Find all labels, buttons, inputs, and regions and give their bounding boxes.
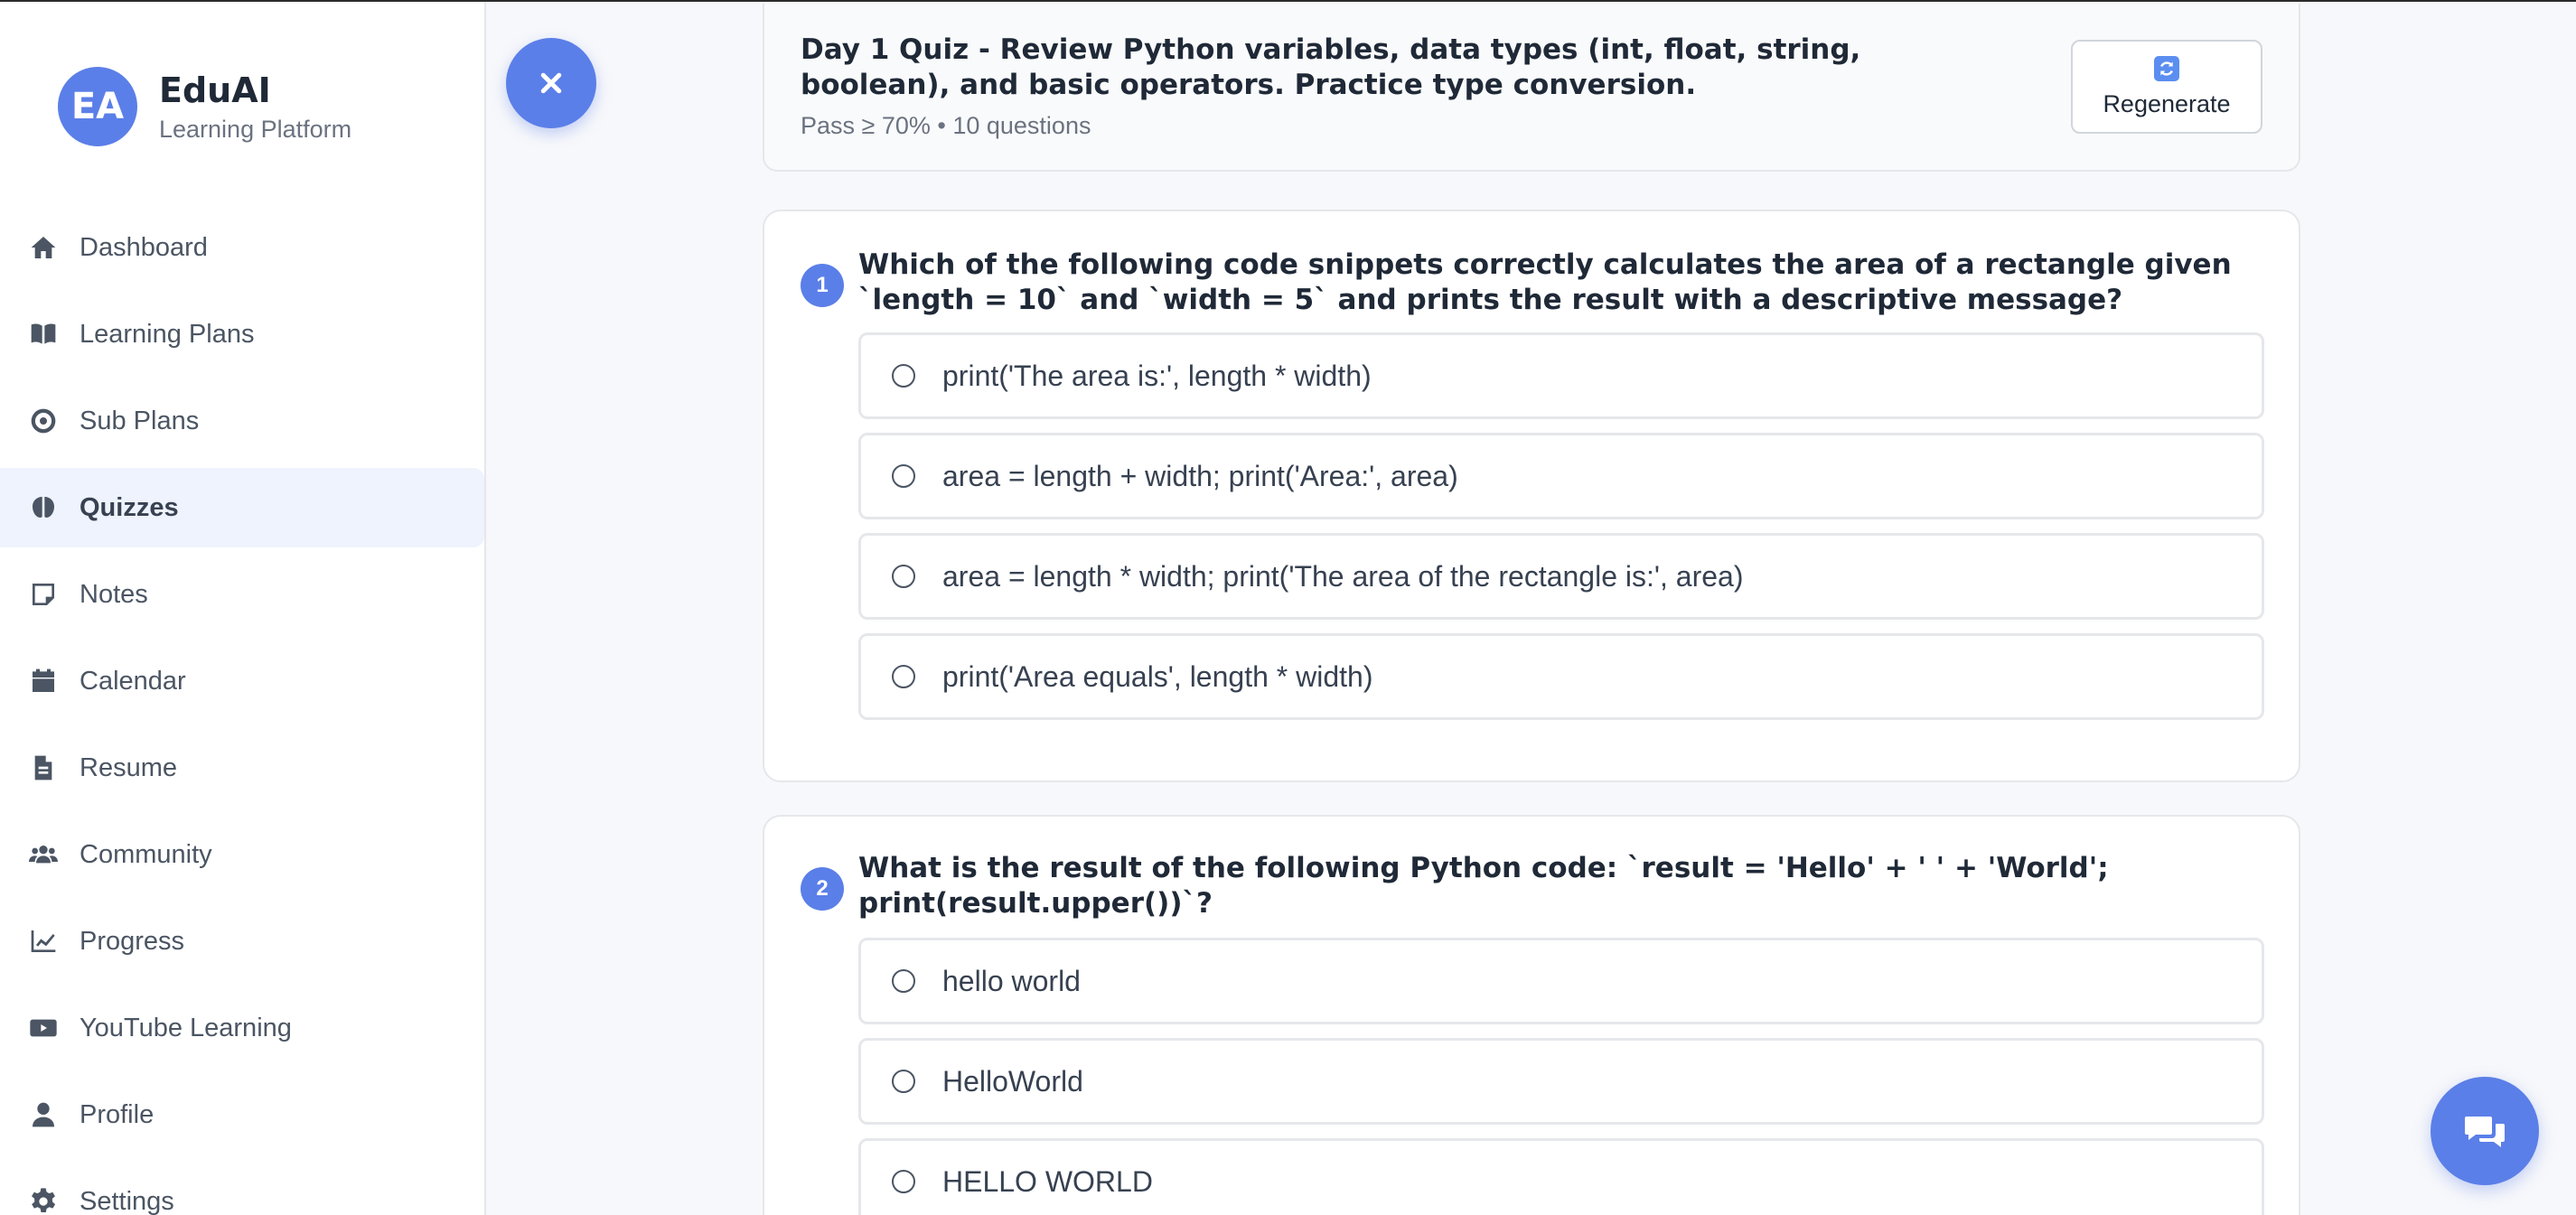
sidebar-item-dashboard[interactable]: Dashboard: [0, 208, 484, 287]
book-icon: [27, 318, 60, 350]
sidebar: EA EduAI Learning Platform Dashboard Lea…: [0, 2, 486, 1215]
chat-bubbles-icon: [2465, 1117, 2505, 1147]
sidebar-nav: Dashboard Learning Plans Sub Plans Quizz…: [0, 208, 484, 1215]
question-text: What is the result of the following Pyth…: [858, 852, 2109, 920]
sidebar-item-calendar[interactable]: Calendar: [0, 641, 484, 721]
brand-subtitle: Learning Platform: [159, 115, 352, 143]
sidebar-item-label: Learning Plans: [80, 319, 255, 349]
answer-option[interactable]: area = length * width; print('The area o…: [858, 533, 2264, 620]
sidebar-item-label: Calendar: [80, 666, 186, 696]
brand: EA EduAI Learning Platform: [58, 67, 351, 146]
target-icon: [27, 405, 60, 437]
answer-option[interactable]: hello world: [858, 938, 2264, 1024]
sidebar-item-label: Notes: [80, 579, 148, 609]
answer-option[interactable]: print('The area is:', length * width): [858, 332, 2264, 419]
gear-icon: [27, 1185, 60, 1215]
home-icon: [27, 231, 60, 264]
sidebar-item-label: Community: [80, 839, 212, 869]
sidebar-item-label: Quizzes: [80, 492, 179, 522]
note-icon: [27, 578, 60, 611]
answer-option[interactable]: print('Area equals', length * width): [858, 633, 2264, 720]
sidebar-item-notes[interactable]: Notes: [0, 555, 484, 634]
sidebar-item-profile[interactable]: Profile: [0, 1075, 484, 1154]
regenerate-label: Regenerate: [2103, 89, 2231, 117]
answer-option-label: HELLO WORLD: [942, 1164, 1153, 1198]
answer-option-label: print('Area equals', length * width): [942, 659, 1373, 693]
sidebar-item-quizzes[interactable]: Quizzes: [0, 468, 484, 547]
document-icon: [27, 752, 60, 784]
question-card: 2 What is the result of the following Py…: [763, 815, 2300, 1215]
radio-button[interactable]: [892, 1070, 915, 1093]
brand-logo: EA: [58, 67, 137, 146]
radio-button[interactable]: [892, 364, 915, 388]
question-number-badge: 2: [801, 867, 844, 911]
answer-option-label: hello world: [942, 964, 1081, 997]
sidebar-item-community[interactable]: Community: [0, 815, 484, 894]
answer-option-label: print('The area is:', length * width): [942, 359, 1372, 392]
sidebar-item-label: Progress: [80, 926, 185, 956]
sidebar-item-progress[interactable]: Progress: [0, 902, 484, 981]
question-number-badge: 1: [801, 264, 844, 307]
sidebar-item-learning-plans[interactable]: Learning Plans: [0, 294, 484, 374]
answer-option-label: HelloWorld: [942, 1064, 1083, 1098]
sidebar-item-sub-plans[interactable]: Sub Plans: [0, 381, 484, 461]
sidebar-item-label: Profile: [80, 1099, 155, 1129]
sidebar-item-resume[interactable]: Resume: [0, 728, 484, 808]
chat-button[interactable]: [2431, 1077, 2539, 1185]
refresh-icon: [2154, 55, 2179, 81]
radio-button[interactable]: [892, 565, 915, 588]
question-card: 1 Which of the following code snippets c…: [763, 210, 2300, 782]
chart-line-icon: [27, 925, 60, 958]
sidebar-item-youtube-learning[interactable]: YouTube Learning: [0, 988, 484, 1068]
user-icon: [27, 1098, 60, 1131]
radio-button[interactable]: [892, 665, 915, 688]
calendar-icon: [27, 665, 60, 697]
answer-option[interactable]: HelloWorld: [858, 1038, 2264, 1125]
answer-option[interactable]: HELLO WORLD: [858, 1138, 2264, 1215]
question-text: Which of the following code snippets cor…: [858, 248, 2232, 316]
quiz-header: Day 1 Quiz - Review Python variables, da…: [763, 4, 2300, 172]
radio-button[interactable]: [892, 1170, 915, 1193]
radio-button[interactable]: [892, 969, 915, 993]
brain-icon: [27, 491, 60, 524]
answer-option[interactable]: area = length + width; print('Area:', ar…: [858, 433, 2264, 519]
quiz-title: Day 1 Quiz - Review Python variables, da…: [801, 33, 1861, 101]
sidebar-item-label: Dashboard: [80, 232, 208, 262]
quiz-meta: Pass ≥ 70% • 10 questions: [801, 112, 1091, 139]
answer-option-label: area = length + width; print('Area:', ar…: [942, 459, 1458, 492]
sidebar-item-label: Sub Plans: [80, 406, 200, 435]
sidebar-item-settings[interactable]: Settings: [0, 1162, 484, 1215]
youtube-icon: [27, 1012, 60, 1044]
answer-option-label: area = length * width; print('The area o…: [942, 559, 1744, 593]
sidebar-item-label: YouTube Learning: [80, 1013, 292, 1042]
regenerate-button[interactable]: Regenerate: [2071, 40, 2262, 134]
radio-button[interactable]: [892, 464, 915, 488]
brand-name: EduAI: [159, 70, 271, 110]
users-icon: [27, 838, 60, 871]
sidebar-item-label: Resume: [80, 752, 177, 782]
close-quiz-button[interactable]: [506, 38, 596, 128]
close-icon: [540, 72, 562, 94]
sidebar-item-label: Settings: [80, 1186, 174, 1215]
